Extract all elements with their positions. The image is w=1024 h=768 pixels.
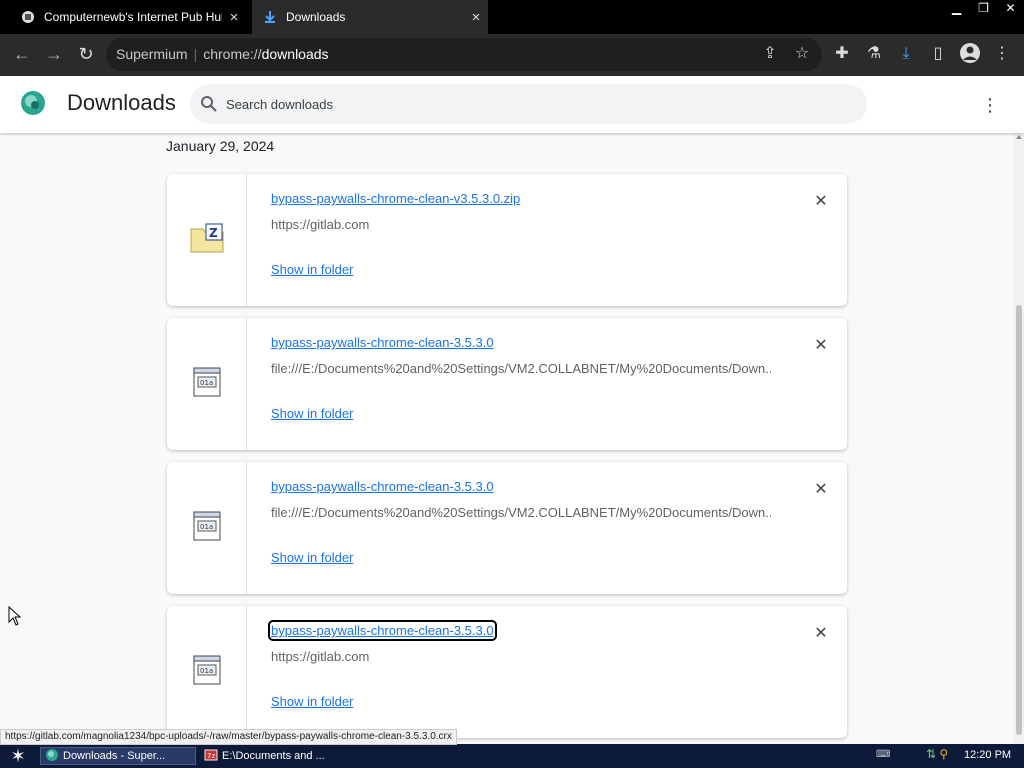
file-icon-column: 01a	[167, 606, 247, 738]
site-favicon-icon	[20, 9, 36, 25]
zip-archive-icon: Z	[190, 223, 224, 258]
network-tray-icon[interactable]: ⇅	[926, 747, 936, 761]
file-icon-column: 01a	[167, 462, 247, 594]
download-source-url: file:///E:/Documents%20and%20Settings/VM…	[271, 505, 771, 520]
download-source-url: https://gitlab.com	[271, 649, 370, 664]
show-in-folder-link[interactable]: Show in folder	[271, 406, 353, 421]
svg-text:01a: 01a	[200, 667, 213, 675]
minimize-icon[interactable]: ▁	[943, 0, 970, 18]
tab-close-icon[interactable]: ×	[222, 9, 246, 26]
search-input[interactable]	[226, 88, 846, 120]
download-file-link[interactable]: bypass-paywalls-chrome-clean-3.5.3.0	[271, 479, 494, 494]
download-file-link[interactable]: bypass-paywalls-chrome-clean-3.5.3.0	[271, 335, 494, 350]
scroll-up-arrow-icon[interactable]	[1016, 135, 1022, 139]
omnibox-scheme: chrome://	[203, 46, 262, 62]
remove-item-icon[interactable]: ✕	[811, 192, 831, 212]
tab-title: Downloads	[286, 10, 346, 24]
downloads-list: January 29, 2024 Z bypass-paywalls-chrom…	[0, 133, 1024, 744]
taskbar-item-label: Downloads - Super...	[63, 750, 166, 762]
svg-text:7z: 7z	[207, 752, 215, 760]
keyboard-tray-icon[interactable]: ⌨	[876, 749, 894, 761]
restore-icon[interactable]: ❐	[970, 0, 997, 18]
forward-icon[interactable]: →	[41, 41, 67, 67]
side-panel-icon[interactable]: ▯	[926, 42, 950, 66]
taskbar-item-browser[interactable]: Downloads - Super...	[40, 747, 196, 765]
tab-close-icon[interactable]: ×	[464, 9, 488, 26]
download-source-url: https://gitlab.com	[271, 217, 370, 232]
scrollbar-thumb[interactable]	[1016, 305, 1022, 735]
download-item: Z bypass-paywalls-chrome-clean-v3.5.3.0.…	[167, 174, 847, 306]
system-tray-icons[interactable]: ⇅ ⚲	[926, 747, 960, 765]
show-in-folder-link[interactable]: Show in folder	[271, 550, 353, 565]
tab-strip: Computernewb's Internet Pub Hub! × Downl…	[0, 0, 1024, 34]
download-item: 01a bypass-paywalls-chrome-clean-3.5.3.0…	[167, 318, 847, 450]
show-in-folder-link[interactable]: Show in folder	[271, 694, 353, 709]
taskbar-clock: 12:20 PM	[964, 749, 1012, 761]
download-source-url: file:///E:/Documents%20and%20Settings/VM…	[271, 361, 771, 376]
start-button[interactable]: ✶	[4, 746, 32, 766]
bookmark-star-icon[interactable]: ☆	[790, 42, 814, 66]
svg-text:01a: 01a	[200, 379, 213, 387]
extensions-icon[interactable]: ✚	[830, 42, 854, 66]
remove-item-icon[interactable]: ✕	[811, 336, 831, 356]
download-item: 01a bypass-paywalls-chrome-clean-3.5.3.0…	[167, 462, 847, 594]
omnibox-separator: |	[193, 46, 198, 62]
taskbar-item-label: E:\Documents and ...	[222, 750, 325, 762]
address-text[interactable]: Supermium | chrome://downloads	[116, 46, 329, 62]
remove-item-icon[interactable]: ✕	[811, 480, 831, 500]
tab-computernewb[interactable]: Computernewb's Internet Pub Hub! ×	[10, 0, 246, 34]
generic-file-icon: 01a	[193, 367, 221, 402]
supermium-taskbar-icon	[45, 748, 59, 765]
browser-menu-icon[interactable]: ⋮	[990, 42, 1014, 66]
mouse-pointer-icon	[8, 605, 22, 626]
downloads-icon[interactable]: ⤓	[894, 42, 918, 66]
download-file-link[interactable]: bypass-paywalls-chrome-clean-v3.5.3.0.zi…	[271, 191, 520, 206]
reload-icon[interactable]: ↻	[73, 41, 99, 67]
download-item: 01a bypass-paywalls-chrome-clean-3.5.3.0…	[167, 606, 847, 738]
search-icon	[200, 95, 218, 113]
file-icon-column: 01a	[167, 318, 247, 450]
tab-downloads[interactable]: Downloads ×	[252, 0, 488, 34]
omnibox-host: downloads	[261, 46, 329, 62]
download-favicon-icon	[262, 9, 278, 25]
close-window-icon[interactable]: ✕	[997, 0, 1024, 18]
show-in-folder-link[interactable]: Show in folder	[271, 262, 353, 277]
svg-text:Z: Z	[209, 226, 218, 240]
link-status-bubble: https://gitlab.com/magnolia1234/bpc-uplo…	[0, 729, 457, 745]
folder-taskbar-icon: 7z	[204, 748, 218, 765]
supermium-logo-icon	[20, 90, 46, 116]
tab-title: Computernewb's Internet Pub Hub!	[44, 10, 222, 24]
date-heading: January 29, 2024	[166, 138, 275, 154]
page-menu-icon[interactable]: ⋮	[980, 94, 1000, 116]
labs-flask-icon[interactable]: ⚗	[862, 42, 886, 66]
profile-avatar-icon[interactable]	[958, 42, 982, 66]
back-icon[interactable]: ←	[9, 41, 35, 67]
remove-item-icon[interactable]: ✕	[811, 624, 831, 644]
window-controls: ▁ ❐ ✕	[943, 0, 1024, 18]
file-icon-column: Z	[167, 174, 247, 306]
omnibox-brand: Supermium	[116, 46, 188, 62]
taskbar-item-explorer[interactable]: 7z E:\Documents and ...	[200, 747, 350, 765]
search-tray-icon[interactable]: ⚲	[939, 747, 948, 761]
generic-file-icon: 01a	[193, 655, 221, 690]
generic-file-icon: 01a	[193, 511, 221, 546]
svg-text:01a: 01a	[200, 523, 213, 531]
page-title: Downloads	[67, 90, 176, 115]
share-icon[interactable]: ⇪	[758, 42, 782, 66]
download-file-link[interactable]: bypass-paywalls-chrome-clean-3.5.3.0	[268, 620, 497, 641]
